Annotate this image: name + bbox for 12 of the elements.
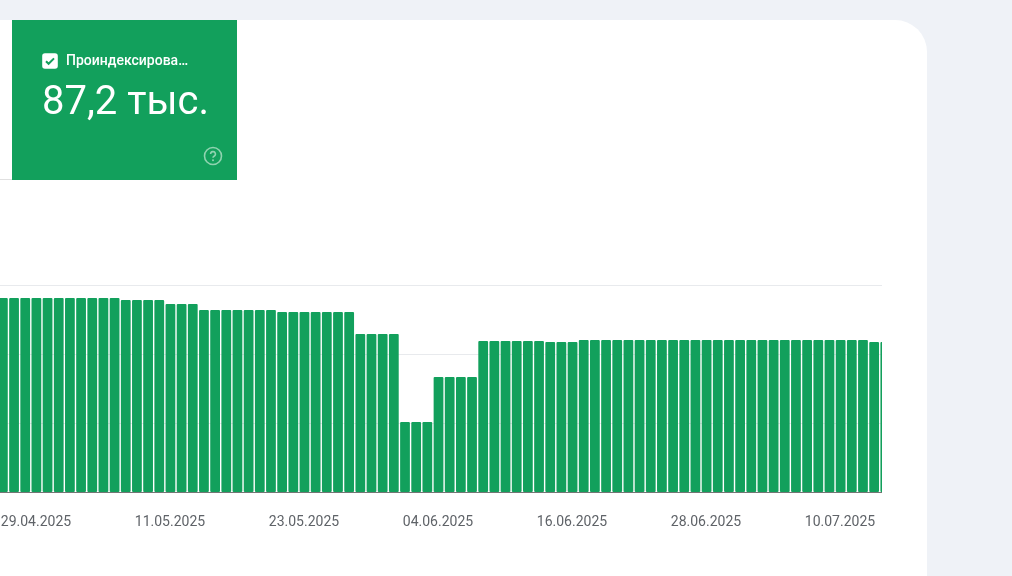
help-icon[interactable] [203,146,223,166]
axis-label: 10.07.2025 [804,512,876,531]
axis-label: 16.06.2025 [536,512,608,531]
checkbox-icon[interactable] [42,52,58,69]
metric-tile[interactable]: Проиндексирова… 87,2 тыс. [12,20,237,180]
axis-label: 28.06.2025 [670,512,742,531]
axis-label: 04.06.2025 [402,512,474,531]
axis-label: 23.05.2025 [268,512,340,531]
metric-label: Проиндексирова… [66,51,189,70]
axis-label: 29.04.2025 [0,512,72,531]
metric-value: 87,2 тыс. [42,77,210,125]
axis-label: 11.05.2025 [134,512,206,531]
